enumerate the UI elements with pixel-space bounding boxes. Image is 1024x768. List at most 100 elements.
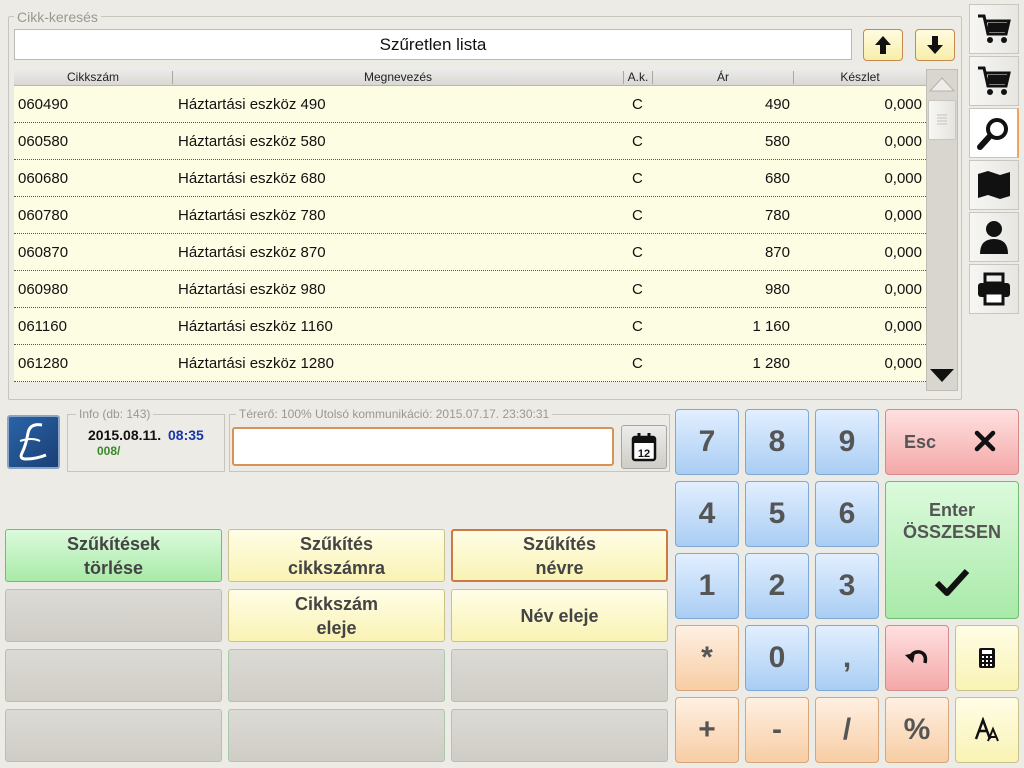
column-header-price[interactable]: Ár bbox=[653, 70, 793, 84]
calculator-button[interactable] bbox=[955, 625, 1019, 691]
column-header-stock[interactable]: Készlet bbox=[794, 70, 926, 84]
scroll-down-button[interactable] bbox=[927, 362, 957, 390]
code-start-button[interactable]: Cikkszám eleje bbox=[228, 589, 445, 642]
cell-price: 490 bbox=[764, 96, 790, 113]
column-header-code[interactable]: Cikkszám bbox=[14, 70, 172, 84]
calendar-button[interactable]: 12 bbox=[621, 425, 667, 469]
empty-function-button[interactable] bbox=[451, 709, 668, 762]
calculator-icon bbox=[979, 648, 995, 668]
cell-name: Háztartási eszköz 1280 bbox=[178, 355, 334, 372]
enter-total-button[interactable]: Enter ÖSSZESEN bbox=[885, 481, 1019, 619]
key-percent[interactable]: % bbox=[885, 697, 949, 763]
table-row[interactable]: 060870 Háztartási eszköz 870 C 870 0,000 bbox=[14, 234, 926, 271]
column-header-ak[interactable]: A.k. bbox=[624, 70, 652, 84]
key-6[interactable]: 6 bbox=[815, 481, 879, 547]
side-tab-map[interactable] bbox=[969, 160, 1019, 210]
side-tab-cart-2[interactable] bbox=[969, 56, 1019, 106]
key-slash[interactable]: / bbox=[815, 697, 879, 763]
cell-ak: C bbox=[632, 207, 643, 224]
calendar-icon: 12 bbox=[631, 433, 657, 462]
triangle-up-icon bbox=[928, 77, 956, 92]
font-size-button[interactable] bbox=[955, 697, 1019, 763]
escape-button[interactable]: Esc bbox=[885, 409, 1019, 475]
table-row[interactable]: 061280 Háztartási eszköz 1280 C 1 280 0,… bbox=[14, 345, 926, 382]
table-scrollbar[interactable] bbox=[926, 69, 958, 391]
empty-function-button[interactable] bbox=[5, 709, 222, 762]
key-comma[interactable]: , bbox=[815, 625, 879, 691]
filter-by-name-button[interactable]: Szűkítés névre bbox=[451, 529, 668, 582]
scroll-thumb[interactable] bbox=[928, 100, 956, 140]
key-0[interactable]: 0 bbox=[745, 625, 809, 691]
arrow-down-icon bbox=[927, 36, 943, 54]
cell-ak: C bbox=[632, 133, 643, 150]
side-tab-cart[interactable] bbox=[969, 4, 1019, 54]
info-title: Info (db: 143) bbox=[76, 407, 154, 421]
article-search-title: Cikk-keresés bbox=[14, 9, 101, 25]
side-tab-user[interactable] bbox=[969, 212, 1019, 262]
key-plus[interactable]: + bbox=[675, 697, 739, 763]
name-start-button[interactable]: Név eleje bbox=[451, 589, 668, 642]
article-table: 060490 Háztartási eszköz 490 C 490 0,000… bbox=[14, 86, 926, 382]
key-5[interactable]: 5 bbox=[745, 481, 809, 547]
cell-ak: C bbox=[632, 355, 643, 372]
cell-stock: 0,000 bbox=[884, 318, 922, 335]
table-row[interactable]: 060490 Háztartási eszköz 490 C 490 0,000 bbox=[14, 86, 926, 123]
table-row[interactable]: 060980 Háztartási eszköz 980 C 980 0,000 bbox=[14, 271, 926, 308]
cell-name: Háztartási eszköz 870 bbox=[178, 244, 326, 261]
empty-function-button[interactable] bbox=[5, 589, 222, 642]
cell-name: Háztartási eszköz 680 bbox=[178, 170, 326, 187]
move-up-button[interactable] bbox=[863, 29, 903, 61]
side-tab-search[interactable] bbox=[969, 108, 1019, 158]
cell-stock: 0,000 bbox=[884, 244, 922, 261]
cell-price: 780 bbox=[764, 207, 790, 224]
key-1[interactable]: 1 bbox=[675, 553, 739, 619]
user-icon bbox=[980, 221, 1008, 254]
cell-ak: C bbox=[632, 318, 643, 335]
key-8[interactable]: 8 bbox=[745, 409, 809, 475]
calendar-day: 12 bbox=[638, 448, 650, 460]
cell-name: Háztartási eszköz 1160 bbox=[178, 318, 333, 335]
info-code: 008/ bbox=[97, 444, 121, 458]
key-3[interactable]: 3 bbox=[815, 553, 879, 619]
cell-ak: C bbox=[632, 281, 643, 298]
key-4[interactable]: 4 bbox=[675, 481, 739, 547]
empty-function-button[interactable] bbox=[228, 649, 445, 702]
key-7[interactable]: 7 bbox=[675, 409, 739, 475]
filter-by-code-button[interactable]: Szűkítés cikkszámra bbox=[228, 529, 445, 582]
column-header-name[interactable]: Megnevezés bbox=[173, 70, 623, 84]
key-minus[interactable]: - bbox=[745, 697, 809, 763]
check-icon bbox=[934, 568, 970, 596]
cell-stock: 0,000 bbox=[884, 281, 922, 298]
move-down-button[interactable] bbox=[915, 29, 955, 61]
table-row[interactable]: 060580 Háztartási eszköz 580 C 580 0,000 bbox=[14, 123, 926, 160]
key-9[interactable]: 9 bbox=[815, 409, 879, 475]
table-row[interactable]: 060780 Háztartási eszköz 780 C 780 0,000 bbox=[14, 197, 926, 234]
cell-price: 1 160 bbox=[752, 318, 790, 335]
empty-function-button[interactable] bbox=[451, 649, 668, 702]
triangle-down-icon bbox=[930, 369, 954, 382]
info-date: 2015.08.11. bbox=[88, 427, 162, 443]
cell-ak: C bbox=[632, 170, 643, 187]
cell-stock: 0,000 bbox=[884, 133, 922, 150]
empty-function-button[interactable] bbox=[228, 709, 445, 762]
status-text: Térerő: 100% Utolsó kommunikáció: 2015.0… bbox=[236, 407, 553, 421]
empty-function-button[interactable] bbox=[5, 649, 222, 702]
key-multiply[interactable]: * bbox=[675, 625, 739, 691]
key-2[interactable]: 2 bbox=[745, 553, 809, 619]
undo-icon bbox=[905, 650, 928, 664]
cell-stock: 0,000 bbox=[884, 207, 922, 224]
table-row[interactable]: 060680 Háztartási eszköz 680 C 680 0,000 bbox=[14, 160, 926, 197]
cell-code: 061280 bbox=[18, 355, 69, 372]
search-input[interactable] bbox=[232, 427, 614, 466]
grip-icon bbox=[937, 114, 947, 125]
table-row[interactable]: 061160 Háztartási eszköz 1160 C 1 160 0,… bbox=[14, 308, 926, 345]
cell-price: 980 bbox=[764, 281, 790, 298]
clear-filters-button[interactable]: Szűkítések törlése bbox=[5, 529, 222, 582]
cell-ak: C bbox=[632, 244, 643, 261]
scroll-up-button[interactable] bbox=[927, 70, 957, 98]
side-tab-printer[interactable] bbox=[969, 264, 1019, 314]
font-size-icon bbox=[974, 717, 999, 742]
undo-button[interactable] bbox=[885, 625, 949, 691]
cell-code: 060980 bbox=[18, 281, 69, 298]
side-menu bbox=[968, 0, 1020, 316]
